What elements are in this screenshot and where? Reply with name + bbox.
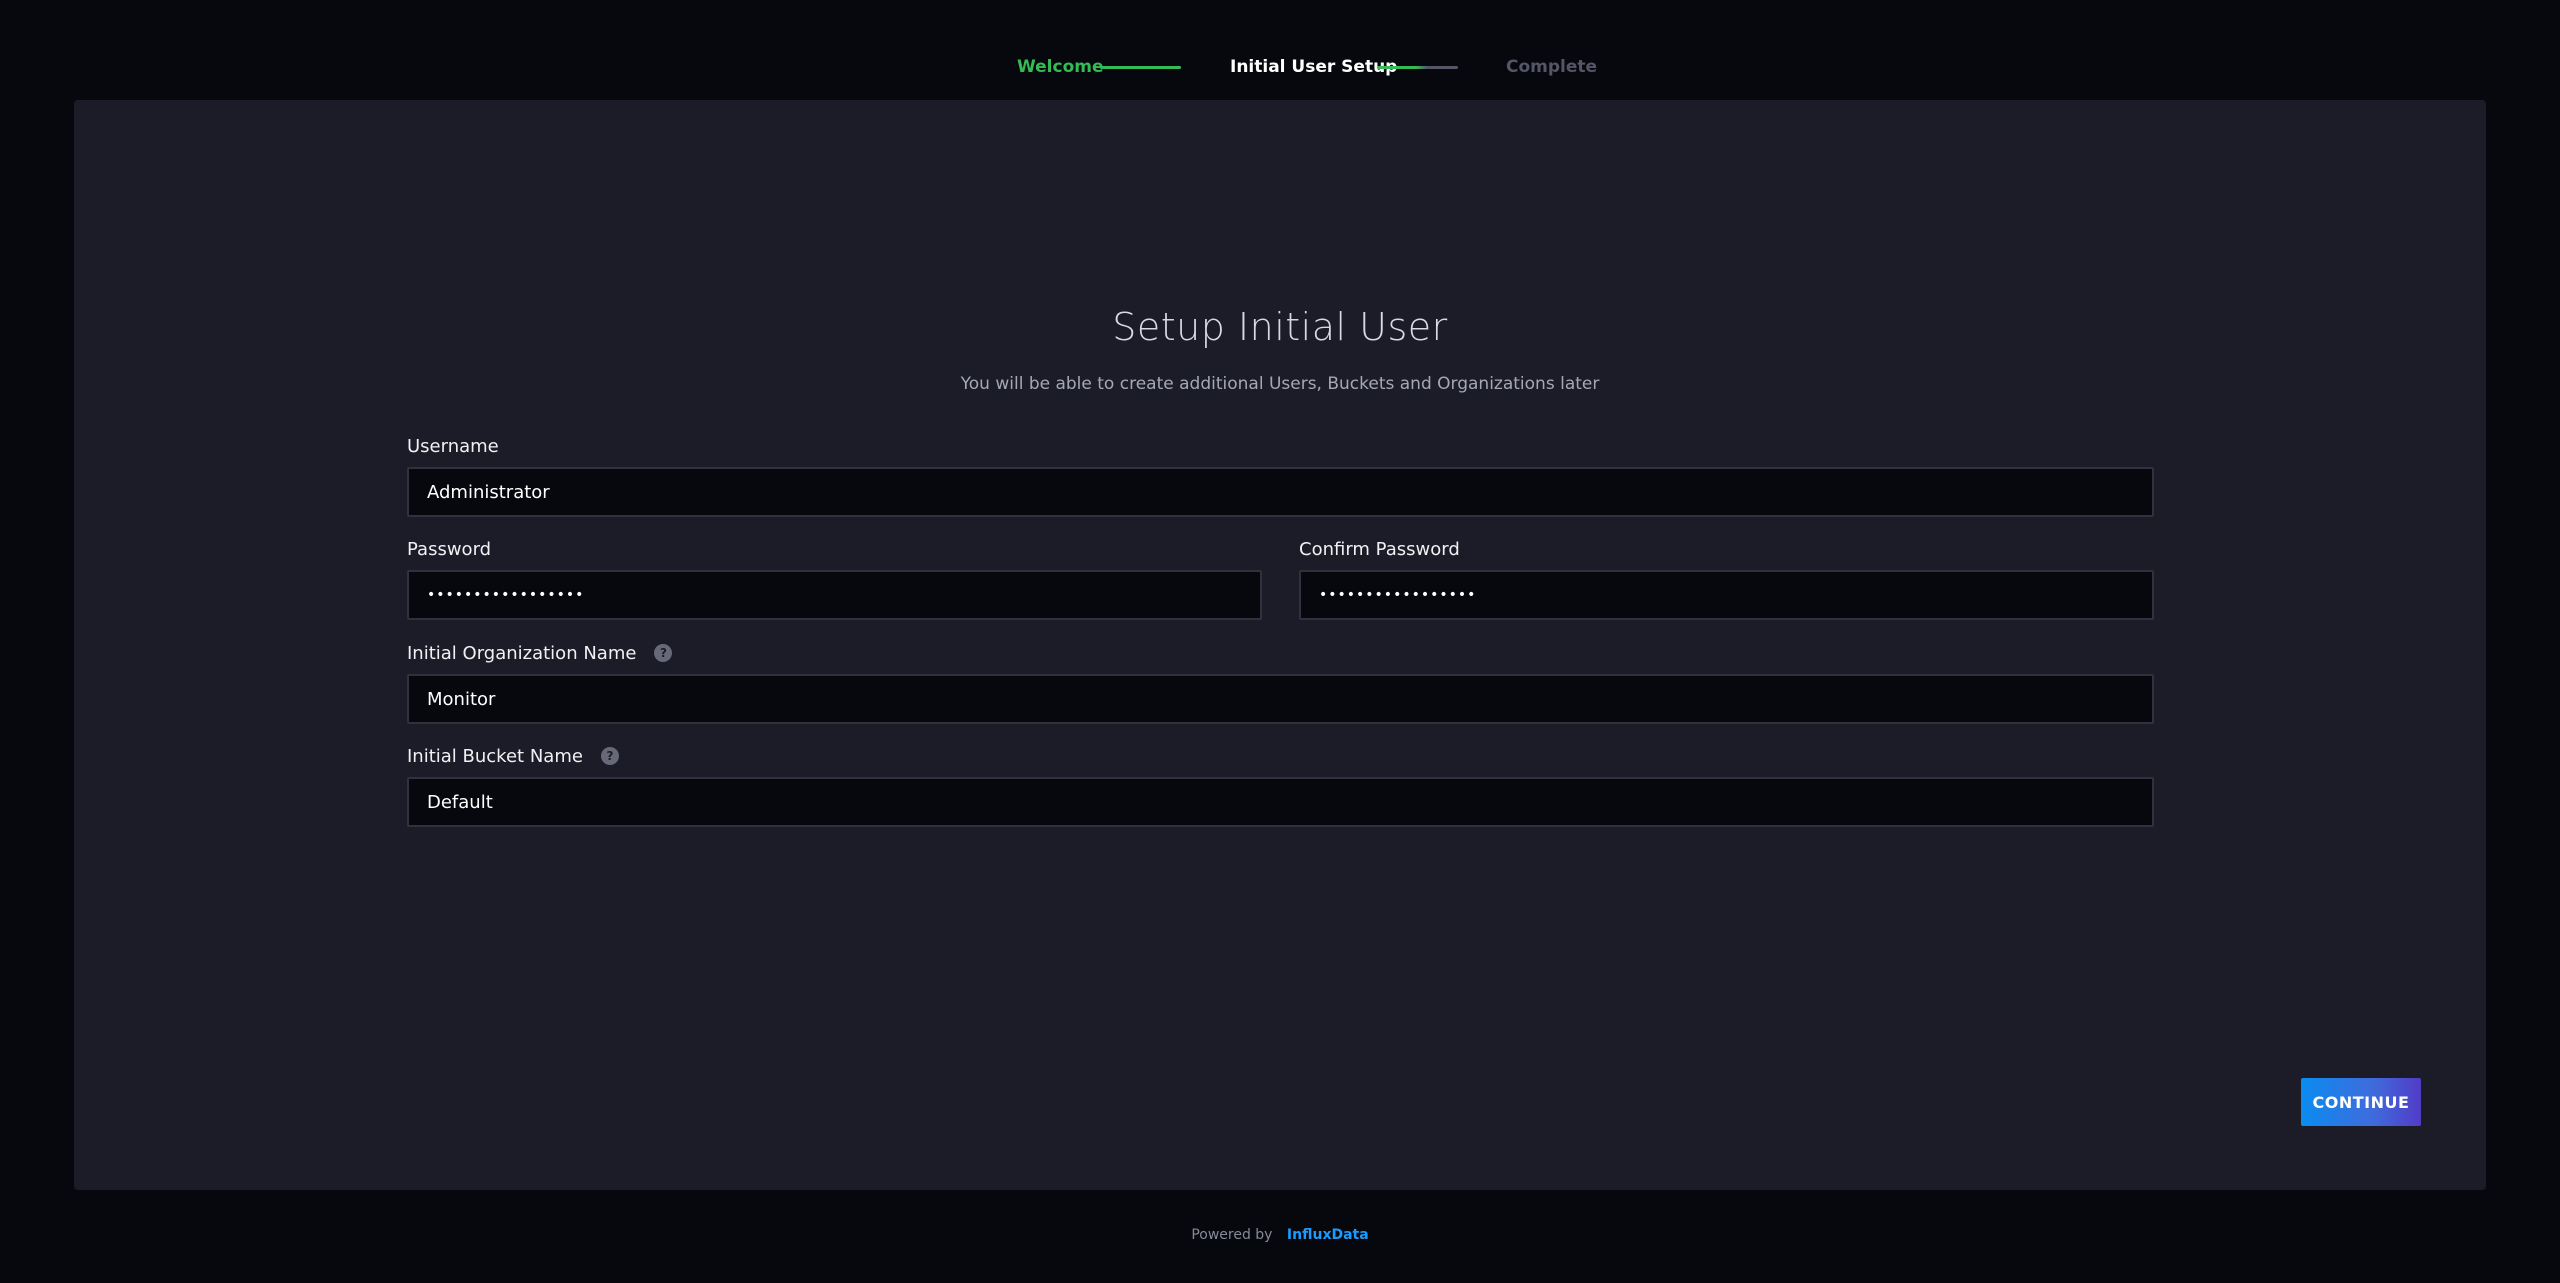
question-mark-icon[interactable]: ? [654, 644, 673, 662]
step-complete: Complete [1506, 57, 1598, 77]
influxdata-link[interactable]: InfluxData [1287, 1227, 1369, 1243]
password-input[interactable] [407, 570, 1262, 620]
onboarding-page: Welcome Initial User Setup Complete Setu… [0, 0, 2560, 1283]
password-label: Password [407, 537, 491, 561]
confirm-password-input[interactable] [1299, 570, 2154, 620]
step-welcome[interactable]: Welcome [1017, 56, 1104, 78]
username-label-text: Username [407, 435, 499, 457]
username-label: Username [407, 434, 499, 458]
org-name-label-text: Initial Organization Name [407, 642, 637, 664]
bucket-name-label: Initial Bucket Name ? [407, 744, 619, 768]
confirm-password-label: Confirm Password [1299, 537, 1460, 561]
question-mark-icon[interactable]: ? [600, 747, 619, 765]
bucket-name-label-text: Initial Bucket Name [407, 745, 583, 767]
page-title: Setup Initial User [1112, 305, 1448, 349]
continue-button[interactable]: CONTINUE [2301, 1078, 2421, 1126]
bucket-name-input[interactable] [407, 777, 2154, 827]
footer: Powered by InfluxData [0, 1227, 2560, 1243]
setup-panel: Setup Initial User You will be able to c… [74, 100, 2486, 1190]
username-input[interactable] [407, 467, 2154, 517]
step-connector-2 [1377, 66, 1458, 69]
org-name-label: Initial Organization Name ? [407, 641, 673, 665]
step-connector-1 [1100, 66, 1181, 69]
step-initial-user-setup[interactable]: Initial User Setup [1230, 56, 1397, 78]
org-name-input[interactable] [407, 674, 2154, 724]
password-label-text: Password [407, 538, 492, 560]
powered-by-text: Powered by [1191, 1227, 1273, 1243]
page-subtitle: You will be able to create additional Us… [960, 374, 1600, 394]
confirm-password-label-text: Confirm Password [1299, 538, 1460, 560]
progress-stepper: Welcome Initial User Setup Complete [0, 52, 2560, 82]
